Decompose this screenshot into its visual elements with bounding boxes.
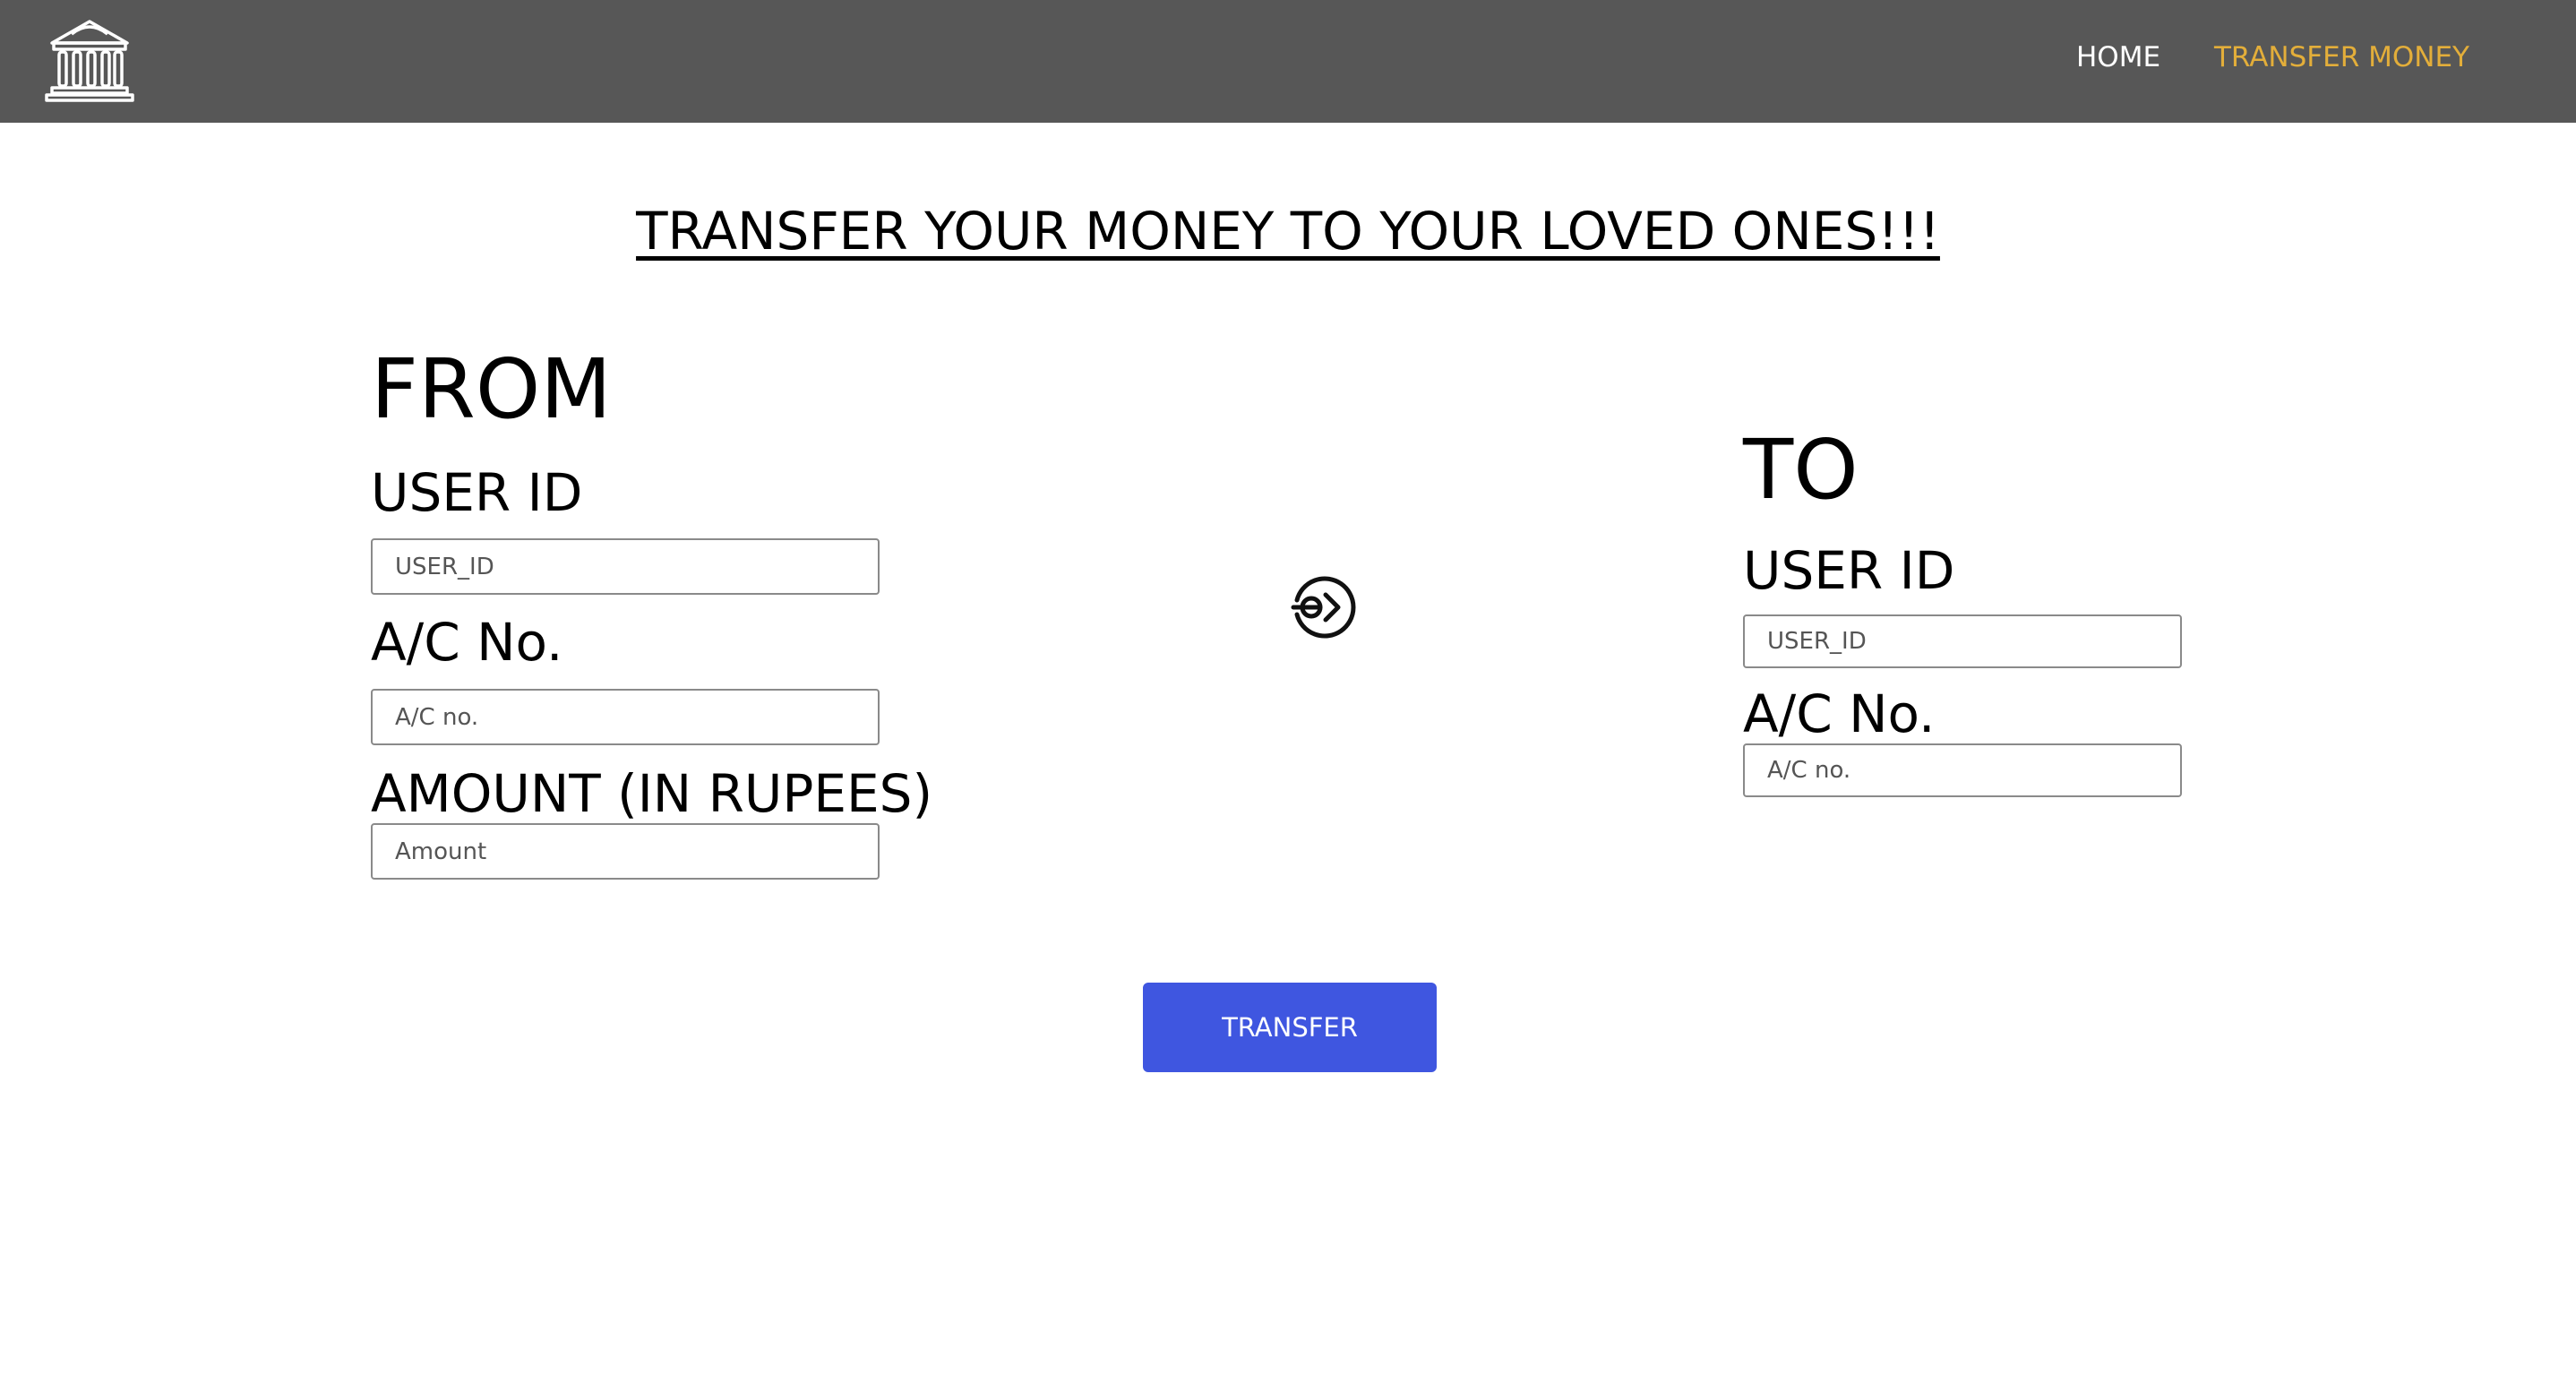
transfer-button[interactable]: TRANSFER	[1143, 983, 1437, 1072]
from-title: FROM	[371, 341, 612, 437]
page-title: TRANSFER YOUR MONEY TO YOUR LOVED ONES!!…	[636, 201, 1940, 262]
from-amount-input[interactable]	[371, 823, 880, 880]
from-ac-input[interactable]	[371, 689, 880, 745]
nav-home-link[interactable]: HOME	[2076, 39, 2160, 75]
to-user-id-input[interactable]	[1743, 614, 2182, 668]
from-amount-label: AMOUNT (IN RUPEES)	[371, 763, 933, 824]
to-ac-input[interactable]	[1743, 743, 2182, 797]
from-user-id-input[interactable]	[371, 538, 880, 595]
from-user-id-label: USER ID	[371, 462, 583, 523]
circle-arrow-right-icon	[1291, 576, 1356, 639]
nav-transfer-money-link[interactable]: TRANSFER MONEY	[2214, 39, 2469, 75]
to-user-id-label: USER ID	[1743, 540, 1955, 601]
from-ac-label: A/C No.	[371, 612, 563, 673]
navbar: HOME TRANSFER MONEY	[0, 0, 2576, 123]
to-title: TO	[1743, 422, 1859, 518]
bank-building-icon[interactable]	[43, 14, 136, 104]
to-ac-label: A/C No.	[1743, 683, 1936, 744]
